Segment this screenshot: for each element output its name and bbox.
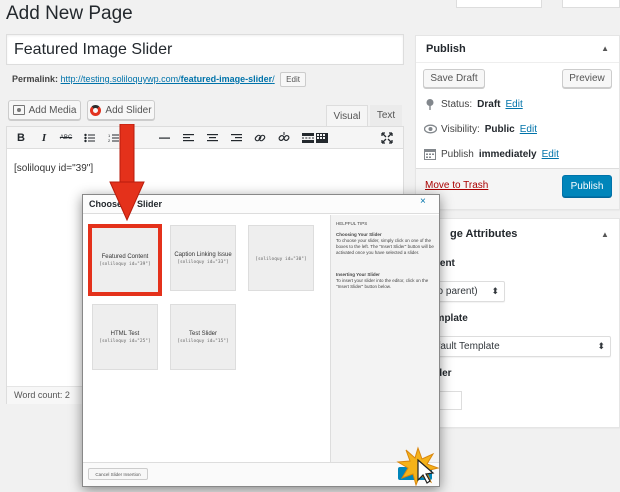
bullet-list-icon[interactable] [80, 127, 98, 149]
status-edit-link[interactable]: Edit [505, 99, 522, 110]
editor-content[interactable]: [soliloquy id="39"] [14, 163, 93, 174]
media-icon [12, 105, 25, 115]
help-tab[interactable] [562, 0, 620, 8]
align-left-icon[interactable] [179, 127, 197, 149]
slider-shortcode: [soliloquy id="25"] [99, 338, 151, 344]
add-slider-label: Add Slider [105, 104, 152, 116]
permalink-edit-button[interactable]: Edit [280, 72, 306, 87]
publish-date-row: Publish immediately Edit [424, 148, 559, 160]
fullscreen-icon[interactable] [378, 127, 396, 149]
italic-button[interactable]: I [35, 127, 53, 149]
red-arrow-annotation [109, 124, 145, 222]
align-right-icon[interactable] [227, 127, 245, 149]
page-title: Add New Page [6, 3, 133, 24]
slider-tile[interactable]: Test Slider [soliloquy id="15"] [170, 304, 236, 370]
tab-visual[interactable]: Visual [326, 105, 368, 126]
cancel-slider-insertion-button[interactable]: Cancel Slider Insertion [88, 468, 148, 480]
publish-box-title: Publish [416, 36, 619, 63]
link-icon[interactable] [251, 127, 269, 149]
add-media-button[interactable]: Add Media [8, 100, 81, 120]
select-arrows-icon: ⬍ [597, 341, 605, 351]
visibility-label: Visibility: [441, 123, 480, 135]
slider-tile[interactable]: HTML Test [soliloquy id="25"] [92, 304, 158, 370]
slider-tile[interactable]: [soliloquy id="30"] [248, 225, 314, 291]
slider-shortcode: [soliloquy id="33"] [177, 259, 229, 265]
add-media-label: Add Media [28, 104, 77, 116]
tab-text[interactable]: Text [370, 105, 402, 126]
slider-tile[interactable]: Caption Linking Issue [soliloquy id="33"… [170, 225, 236, 291]
template-select[interactable]: efault Template ⬍ [425, 336, 611, 357]
horizontal-line-icon[interactable] [155, 127, 173, 149]
publish-date-edit-link[interactable]: Edit [542, 149, 559, 160]
add-slider-button[interactable]: Add Slider [87, 100, 155, 120]
save-draft-button[interactable]: Save Draft [423, 69, 485, 88]
title-input[interactable] [6, 34, 404, 65]
permalink-url-base: http://testing.soliloquywp.com/ [60, 74, 181, 84]
eye-icon [423, 123, 438, 135]
slider-shortcode: [soliloquy id="39"] [99, 261, 151, 267]
permalink-url-end: / [272, 74, 275, 84]
screen-options-tabs[interactable] [456, 0, 620, 8]
template-select-value: efault Template [432, 341, 500, 352]
permalink-link[interactable]: http://testing.soliloquywp.com/featured-… [61, 74, 275, 84]
slider-tile[interactable]: Featured Content [soliloquy id="39"] [88, 224, 162, 296]
permalink-row: Permalink: http://testing.soliloquywp.co… [12, 72, 306, 87]
slider-shortcode: [soliloquy id="15"] [177, 338, 229, 344]
select-arrows-icon: ⬍ [491, 286, 499, 296]
align-center-icon[interactable] [203, 127, 221, 149]
slider-name: Featured Content [101, 253, 149, 260]
status-value: Draft [477, 98, 501, 110]
status-label: Status: [441, 98, 473, 110]
visibility-row: Visibility: Public Edit [423, 123, 537, 135]
help-choose-text: To choose your slider, simply click on o… [336, 238, 434, 255]
visibility-edit-link[interactable]: Edit [520, 124, 537, 135]
collapse-arrow-icon[interactable]: ▲ [601, 230, 609, 239]
status-row: Status: Draft Edit [424, 98, 523, 110]
preview-button[interactable]: Preview [562, 69, 612, 88]
soliloquy-icon [90, 104, 102, 116]
slider-shortcode: [soliloquy id="30"] [255, 256, 307, 262]
publish-date-label: Publish [441, 148, 474, 160]
slider-name: HTML Test [110, 330, 140, 337]
screen-options-tab[interactable] [456, 0, 542, 8]
help-insert-text: To insert your slider into the editor, c… [336, 278, 429, 289]
permalink-slug: featured-image-slider [180, 74, 273, 84]
collapse-arrow-icon[interactable]: ▲ [601, 44, 609, 53]
visibility-value: Public [484, 123, 515, 135]
unlink-icon[interactable] [275, 127, 293, 149]
toolbar-toggle-icon[interactable] [313, 127, 331, 149]
move-to-trash-link[interactable]: Move to Trash [425, 180, 488, 191]
slider-name: Caption Linking Issue [174, 251, 232, 258]
close-icon[interactable]: × [420, 196, 426, 207]
pin-icon [424, 98, 436, 110]
strikethrough-button[interactable]: ABC [57, 127, 75, 149]
publish-date-value: immediately [478, 148, 537, 160]
page-attributes-title: ge Attributes [450, 228, 518, 240]
permalink-label: Permalink: [12, 74, 59, 84]
publish-button[interactable]: Publish [562, 175, 612, 197]
editor-toolbar: B I ABC 12 [7, 127, 403, 149]
click-cursor-icon [396, 446, 440, 486]
calendar-icon [424, 148, 436, 160]
slider-name: Test Slider [188, 330, 217, 337]
help-heading: HELPFUL TIPS [336, 221, 368, 226]
bold-button[interactable]: B [12, 127, 30, 149]
